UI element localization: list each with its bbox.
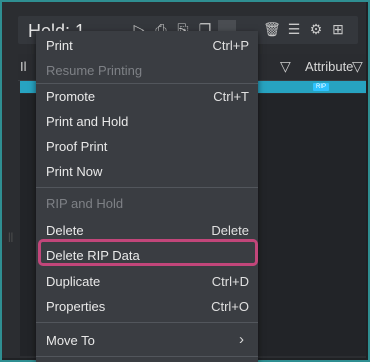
filter-icon[interactable]: ▽ bbox=[280, 58, 291, 75]
menu-item-shortcut: Ctrl+T bbox=[213, 89, 249, 104]
menu-item-label: Delete bbox=[46, 223, 84, 238]
menu-item-label: Print Now bbox=[46, 164, 103, 179]
menu-item-label: Duplicate bbox=[46, 274, 101, 289]
gear-icon[interactable]: ⚙ bbox=[307, 20, 325, 38]
grid-icon[interactable]: ⊞ bbox=[329, 20, 347, 38]
menu-item-resume-printing: Resume Printing bbox=[36, 58, 258, 82]
menu-item-shortcut: Ctrl+O bbox=[211, 299, 249, 314]
menu-item-shortcut: Ctrl+D bbox=[211, 274, 249, 289]
menu-item-label: Properties bbox=[46, 299, 106, 314]
column-header-attributes[interactable]: Attribute bbox=[305, 59, 357, 74]
rip-badge: RIP bbox=[313, 83, 329, 91]
menu-item-rip-and-hold: RIP and Hold bbox=[36, 191, 258, 215]
menu-item-shortcut: Delete bbox=[211, 223, 249, 238]
menu-item-print[interactable]: Print Ctrl+P bbox=[36, 33, 258, 57]
menu-item-label: Promote bbox=[46, 89, 96, 104]
list-icon[interactable]: ☰ bbox=[285, 20, 303, 38]
menu-item-label: Proof Print bbox=[46, 139, 108, 154]
menu-separator bbox=[36, 356, 258, 357]
context-menu: Print Ctrl+P Resume Printing Promote Ctr… bbox=[36, 31, 258, 362]
filter-icon[interactable]: ▽ bbox=[352, 58, 363, 75]
menu-item-properties[interactable]: Properties Ctrl+O bbox=[36, 294, 258, 318]
menu-item-label: RIP and Hold bbox=[46, 196, 124, 211]
menu-item-label: Move To bbox=[46, 333, 95, 348]
menu-item-duplicate[interactable]: Duplicate Ctrl+D bbox=[36, 269, 258, 293]
menu-item-label: Print and Hold bbox=[46, 114, 129, 129]
menu-item-move-to[interactable]: Move To › bbox=[36, 328, 258, 352]
menu-item-shortcut: Ctrl+P bbox=[212, 38, 249, 53]
chevron-right-icon: › bbox=[239, 331, 244, 348]
menu-item-print-now[interactable]: Print Now bbox=[36, 159, 258, 183]
menu-item-print-and-hold[interactable]: Print and Hold bbox=[36, 109, 258, 133]
menu-item-proof-print[interactable]: Proof Print bbox=[36, 134, 258, 158]
menu-separator bbox=[36, 322, 258, 323]
column-header-left[interactable]: Il bbox=[20, 59, 27, 74]
menu-item-promote[interactable]: Promote Ctrl+T bbox=[36, 84, 258, 108]
highlight-box bbox=[38, 239, 258, 266]
menu-item-label: Resume Printing bbox=[46, 63, 143, 78]
trash-icon[interactable]: 🗑 bbox=[263, 20, 281, 38]
menu-item-label: Print bbox=[46, 38, 73, 53]
menu-separator bbox=[36, 187, 258, 188]
splitter-handle[interactable]: || bbox=[8, 232, 13, 243]
